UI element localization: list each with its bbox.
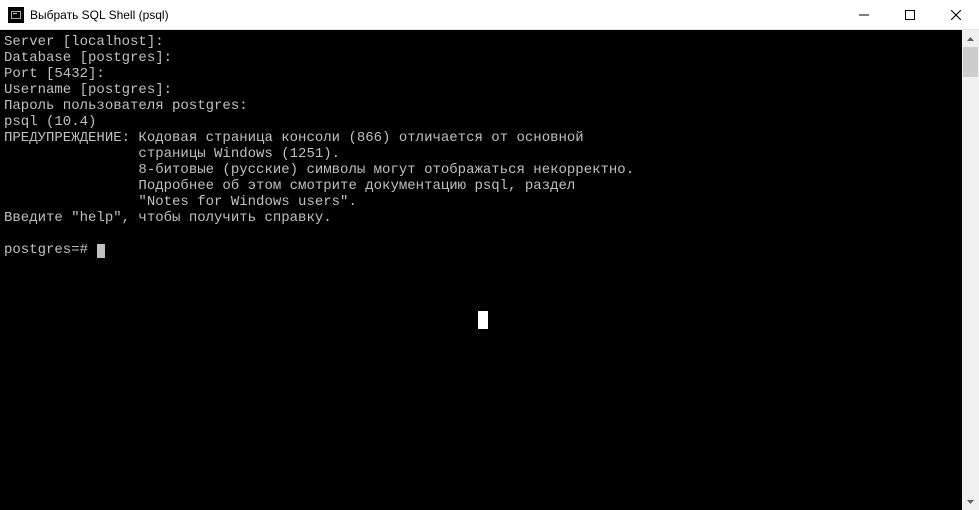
maximize-button[interactable] <box>887 0 933 29</box>
scrollbar-down-button[interactable] <box>962 493 979 510</box>
close-button[interactable] <box>933 0 979 29</box>
window-controls <box>841 0 979 29</box>
console-line: страницы Windows (1251). <box>4 146 340 162</box>
window-title: Выбрать SQL Shell (psql) <box>30 8 841 22</box>
console-line: ПРЕДУПРЕЖДЕНИЕ: Кодовая страница консоли… <box>4 130 584 146</box>
window-titlebar: Выбрать SQL Shell (psql) <box>0 0 979 30</box>
console-line: "Notes for Windows users". <box>4 194 357 210</box>
scrollbar-thumb[interactable] <box>963 47 978 77</box>
console-prompt: postgres=# <box>4 242 88 258</box>
app-icon <box>8 7 24 23</box>
scrollbar-up-button[interactable] <box>962 30 979 47</box>
console-line: psql (10.4) <box>4 114 96 130</box>
minimize-button[interactable] <box>841 0 887 29</box>
selection-cursor <box>478 311 488 329</box>
console-line: Введите "help", чтобы получить справку. <box>4 210 332 226</box>
console-output[interactable]: Server [localhost]: Database [postgres]:… <box>0 30 962 510</box>
console-line: 8-битовые (русские) символы могут отобра… <box>4 162 634 178</box>
console-line: Server [localhost]: <box>4 34 164 50</box>
vertical-scrollbar[interactable] <box>962 30 979 510</box>
console-line: Подробнее об этом смотрите документацию … <box>4 178 575 194</box>
console-line: Username [postgres]: <box>4 82 172 98</box>
client-area: Server [localhost]: Database [postgres]:… <box>0 30 979 510</box>
console-line: Database [postgres]: <box>4 50 172 66</box>
console-line: Пароль пользователя postgres: <box>4 98 248 114</box>
text-cursor <box>97 244 105 258</box>
console-line: Port [5432]: <box>4 66 105 82</box>
